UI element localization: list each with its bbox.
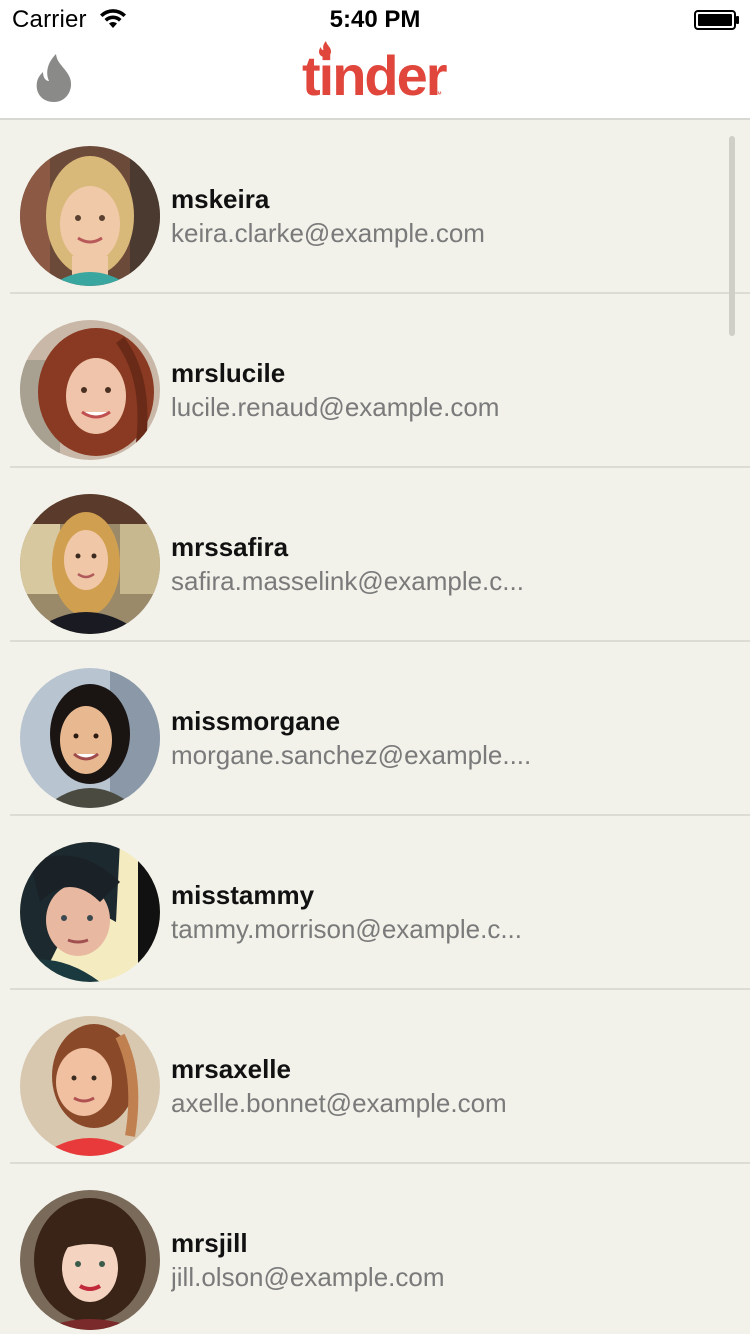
email: axelle.bonnet@example.com (171, 1088, 507, 1118)
list-item[interactable]: misstammy tammy.morrison@example.c... (0, 816, 750, 990)
list-item[interactable]: mrslucile lucile.renaud@example.com (0, 294, 750, 468)
username: misstammy (171, 880, 315, 910)
email: jill.olson@example.com (171, 1262, 445, 1292)
username: missmorgane (171, 706, 341, 736)
logo-text: tinder (302, 44, 448, 107)
list-item[interactable]: mrssafira safira.masselink@example.c... (0, 468, 750, 642)
avatar (20, 842, 160, 982)
list-item[interactable]: mrsjill jill.olson@example.com (0, 1164, 750, 1334)
email: lucile.renaud@example.com (171, 392, 500, 422)
email: morgane.sanchez@example.... (171, 740, 532, 770)
scrollbar[interactable] (729, 136, 735, 336)
clock: 5:40 PM (329, 6, 421, 33)
email: tammy.morrison@example.c... (171, 914, 522, 944)
avatar (20, 1190, 160, 1330)
avatar (20, 494, 160, 634)
username: mrsaxelle (171, 1054, 291, 1084)
nav-bar: tinder ™ (0, 40, 750, 120)
avatar (20, 320, 160, 460)
tinder-logo: tinder ™ (302, 41, 452, 112)
status-bar: Carrier 5:40 PM (0, 0, 750, 40)
flame-icon[interactable] (30, 50, 78, 106)
username: mrssafira (171, 532, 289, 562)
username: mskeira (171, 184, 270, 214)
list-item[interactable]: mrsaxelle axelle.bonnet@example.com (0, 990, 750, 1164)
username: mrslucile (171, 358, 286, 388)
email: keira.clarke@example.com (171, 218, 485, 248)
avatar (20, 146, 160, 286)
trademark-mark: ™ (434, 90, 442, 99)
battery-icon (694, 10, 739, 30)
list-item[interactable]: mskeira keira.clarke@example.com (0, 120, 750, 294)
username: mrsjill (171, 1228, 248, 1258)
list-item[interactable]: missmorgane morgane.sanchez@example.... (0, 642, 750, 816)
avatar (20, 1016, 160, 1156)
avatar (20, 668, 160, 808)
email: safira.masselink@example.c... (171, 566, 524, 596)
user-list[interactable]: mskeira keira.clarke@example.com mrsluci… (0, 120, 750, 1334)
